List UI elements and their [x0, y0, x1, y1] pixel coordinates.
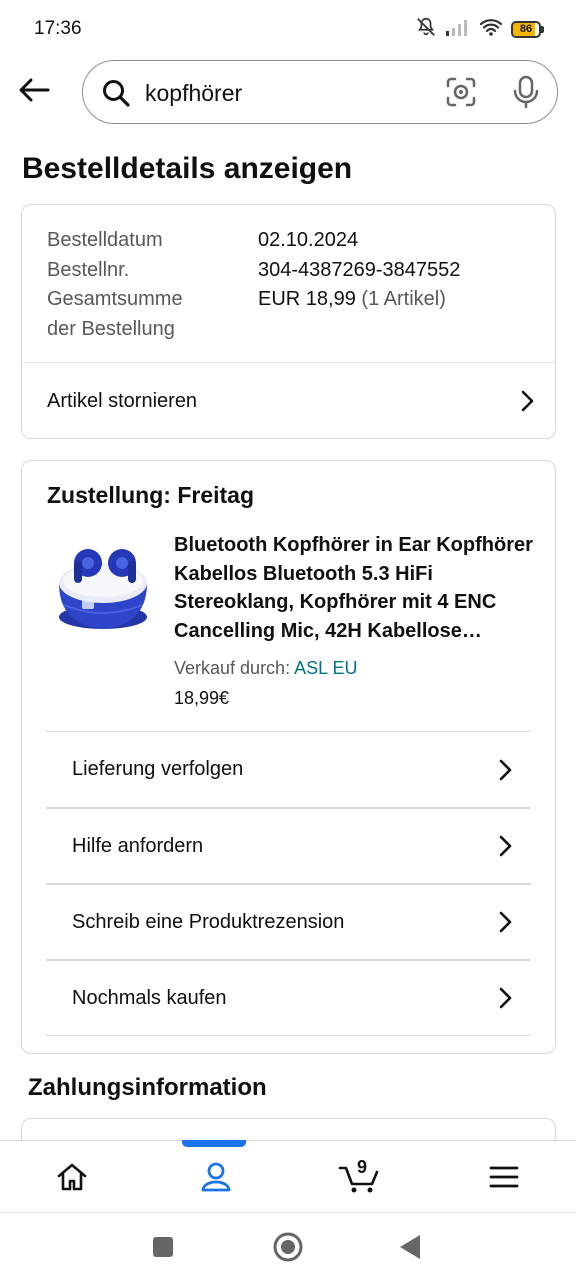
- product-image[interactable]: [44, 525, 162, 641]
- product-price: 18,99€: [174, 688, 230, 708]
- divider: [46, 1035, 531, 1036]
- action-label: Hilfe anfordern: [72, 834, 204, 857]
- write-review-button[interactable]: Schreib eine Produktrezension: [46, 883, 531, 959]
- chevron-right-icon: [521, 390, 534, 412]
- back-system-button[interactable]: [398, 1233, 422, 1266]
- delivery-card: Zustellung: Freitag Bluetooth Kopfhörer …: [21, 460, 556, 1054]
- nav-home[interactable]: [0, 1141, 144, 1212]
- bottom-nav: 9: [0, 1140, 576, 1212]
- back-arrow-icon: [19, 78, 50, 102]
- order-actions: Lieferung verfolgen Hilfe anfordern Schr…: [46, 731, 531, 1036]
- triangle-back-icon: [400, 1235, 420, 1259]
- status-icons: 86: [415, 16, 544, 43]
- cancel-items-label: Artikel stornieren: [47, 389, 198, 412]
- seller-prefix: Verkauf durch:: [174, 658, 291, 678]
- get-help-button[interactable]: Hilfe anfordern: [46, 807, 531, 883]
- camera-scan-icon[interactable]: [445, 76, 477, 113]
- buy-again-button[interactable]: Nochmals kaufen: [46, 959, 531, 1035]
- action-label: Nochmals kaufen: [72, 986, 227, 1009]
- search-icon: [101, 78, 131, 113]
- product-title[interactable]: Bluetooth Kopfhörer in Ear Kopfhörer Kab…: [174, 531, 534, 645]
- home-icon: [57, 1163, 87, 1190]
- nav-account[interactable]: [144, 1140, 288, 1212]
- nav-menu[interactable]: [432, 1141, 576, 1212]
- seller-link[interactable]: ASL EU: [294, 658, 357, 678]
- order-number-value: 304-4387269-3847552: [258, 258, 461, 281]
- circle-icon: [273, 1232, 303, 1262]
- menu-icon: [489, 1166, 519, 1187]
- order-date-value: 02.10.2024: [258, 229, 359, 251]
- chevron-right-icon: [499, 835, 512, 857]
- payment-section-title: Zahlungsinformation: [28, 1074, 267, 1101]
- order-total-label: Gesamtsumme der Bestellung: [47, 288, 183, 340]
- chevron-right-icon: [499, 911, 512, 933]
- recents-button[interactable]: [151, 1235, 175, 1264]
- mute-icon: [415, 16, 437, 43]
- order-total-value: EUR 18,99 (1 Artikel): [258, 288, 446, 310]
- order-date-label: Bestelldatum: [47, 229, 163, 251]
- order-info: Bestelldatum 02.10.2024 Bestellnr. 304-4…: [47, 226, 460, 344]
- back-button[interactable]: [14, 70, 54, 110]
- account-icon: [201, 1162, 231, 1191]
- chevron-right-icon: [499, 987, 512, 1009]
- battery-level: 86: [519, 23, 533, 35]
- cancel-items-link[interactable]: Artikel stornieren: [22, 363, 555, 439]
- status-time: 17:36: [34, 18, 82, 39]
- nav-cart[interactable]: 9: [288, 1141, 432, 1212]
- action-label: Schreib eine Produktrezension: [72, 910, 345, 933]
- microphone-icon[interactable]: [511, 75, 541, 114]
- search-bar[interactable]: [82, 60, 558, 124]
- chevron-right-icon: [499, 759, 512, 780]
- square-icon: [153, 1237, 173, 1257]
- order-item-count: (1 Artikel): [361, 288, 446, 310]
- cart-count-badge: 9: [356, 1157, 367, 1177]
- search-input[interactable]: [145, 78, 435, 108]
- delivery-heading: Zustellung: Freitag: [47, 482, 254, 508]
- active-indicator: [182, 1140, 246, 1147]
- search-header: [0, 58, 576, 128]
- order-summary-card: Bestelldatum 02.10.2024 Bestellnr. 304-4…: [21, 204, 556, 439]
- system-nav-bar: [0, 1212, 576, 1280]
- signal-icon: [445, 17, 471, 42]
- status-bar: 17:36 86: [0, 0, 576, 58]
- page-title: Bestelldetails anzeigen: [22, 152, 353, 185]
- wifi-icon: [479, 17, 503, 42]
- action-label: Lieferung verfolgen: [72, 758, 244, 780]
- order-number-label: Bestellnr.: [47, 258, 130, 281]
- seller-info: Verkauf durch: ASL EU: [174, 658, 357, 679]
- battery-icon: 86: [511, 21, 544, 38]
- track-delivery-button[interactable]: Lieferung verfolgen: [46, 731, 531, 807]
- home-system-button[interactable]: [272, 1231, 304, 1268]
